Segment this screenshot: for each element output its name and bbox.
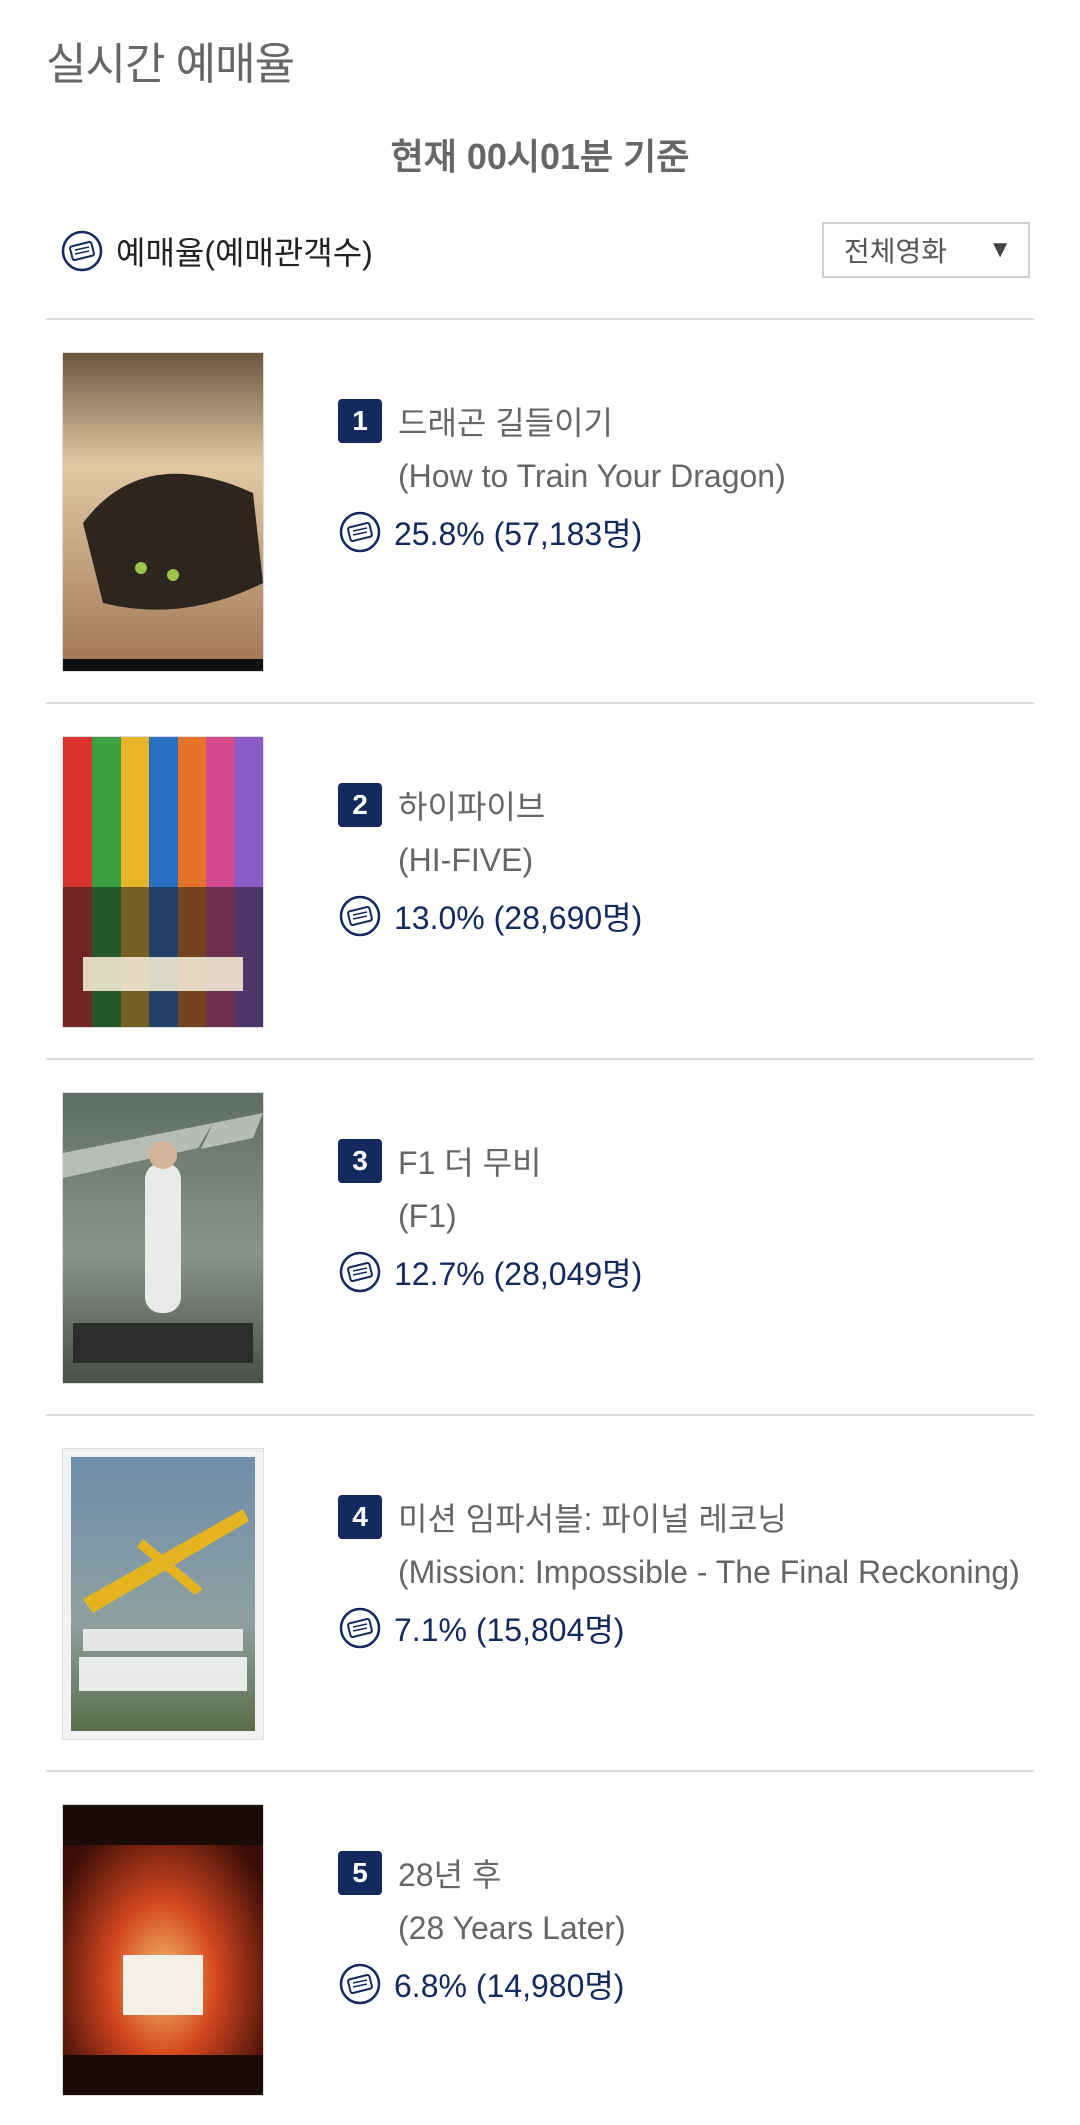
rank-badge: 4 [338, 1495, 382, 1539]
movie-filter-select[interactable]: 전체영화 ▼ [822, 222, 1030, 278]
movie-info: 1 드래곤 길들이기 (How to Train Your Dragon) 25… [338, 398, 786, 555]
rank-badge: 3 [338, 1139, 382, 1183]
reservation-rate: 7.1% (15,804명) [394, 1612, 625, 1648]
legend-label: 예매율(예매관객수) [116, 235, 373, 271]
reservation-legend: 예매율(예매관객수) [60, 228, 373, 274]
movie-title-en: (How to Train Your Dragon) [398, 458, 786, 494]
realtime-reservation-page: 실시간 예매율 현재 00시01분 기준 예매율(예매관객수) 전체영화 ▼ 1… [0, 0, 1080, 2125]
rank-badge: 2 [338, 783, 382, 827]
movie-poster[interactable] [62, 352, 264, 672]
movie-poster[interactable] [62, 1092, 264, 1384]
ticket-icon [61, 230, 103, 272]
movie-info: 5 28년 후 (28 Years Later) 6.8% (14,980명) [338, 1850, 626, 2007]
movie-info: 2 하이파이브 (HI-FIVE) 13.0% (28,690명) [338, 782, 642, 939]
rank-badge: 5 [338, 1851, 382, 1895]
reservation-rate: 13.0% (28,690명) [394, 900, 643, 936]
reservation-rate: 25.8% (57,183명) [394, 516, 643, 552]
page-title: 실시간 예매율 [46, 40, 295, 89]
movie-poster[interactable] [62, 736, 264, 1028]
divider [46, 1770, 1034, 1772]
movie-info: 3 F1 더 무비 (F1) 12.7% (28,049명) [338, 1138, 642, 1295]
rank-badge: 1 [338, 399, 382, 443]
movie-title-en: (F1) [398, 1198, 457, 1234]
divider [46, 1058, 1034, 1060]
reservation-rate: 6.8% (14,980명) [394, 1968, 625, 2004]
movie-poster[interactable] [62, 1804, 264, 2096]
basis-time: 현재 00시01분 기준 [390, 136, 690, 177]
ticket-icon [339, 1607, 381, 1649]
movie-title-en: (HI-FIVE) [398, 842, 534, 878]
movie-title-ko[interactable]: 드래곤 길들이기 [398, 398, 613, 444]
reservation-rate: 12.7% (28,049명) [394, 1256, 643, 1292]
ticket-icon [339, 511, 381, 553]
ticket-icon [339, 1963, 381, 2005]
ticket-icon [339, 1251, 381, 1293]
movie-title-ko[interactable]: F1 더 무비 [398, 1138, 541, 1184]
movie-title-ko[interactable]: 미션 임파서블: 파이널 레코닝 [398, 1494, 787, 1540]
movie-title-en: (28 Years Later) [398, 1910, 626, 1946]
movie-info: 4 미션 임파서블: 파이널 레코닝 (Mission: Impossible … [338, 1494, 1020, 1651]
dropdown-triangle-icon: ▼ [988, 236, 1012, 263]
movie-filter-value: 전체영화 [844, 236, 948, 267]
movie-title-ko[interactable]: 28년 후 [398, 1850, 501, 1896]
divider [46, 318, 1034, 320]
divider [46, 702, 1034, 704]
movie-title-ko[interactable]: 하이파이브 [398, 782, 545, 828]
movie-title-en: (Mission: Impossible - The Final Reckoni… [398, 1554, 1020, 1590]
divider [46, 1414, 1034, 1416]
ticket-icon [339, 895, 381, 937]
movie-poster[interactable] [62, 1448, 264, 1740]
